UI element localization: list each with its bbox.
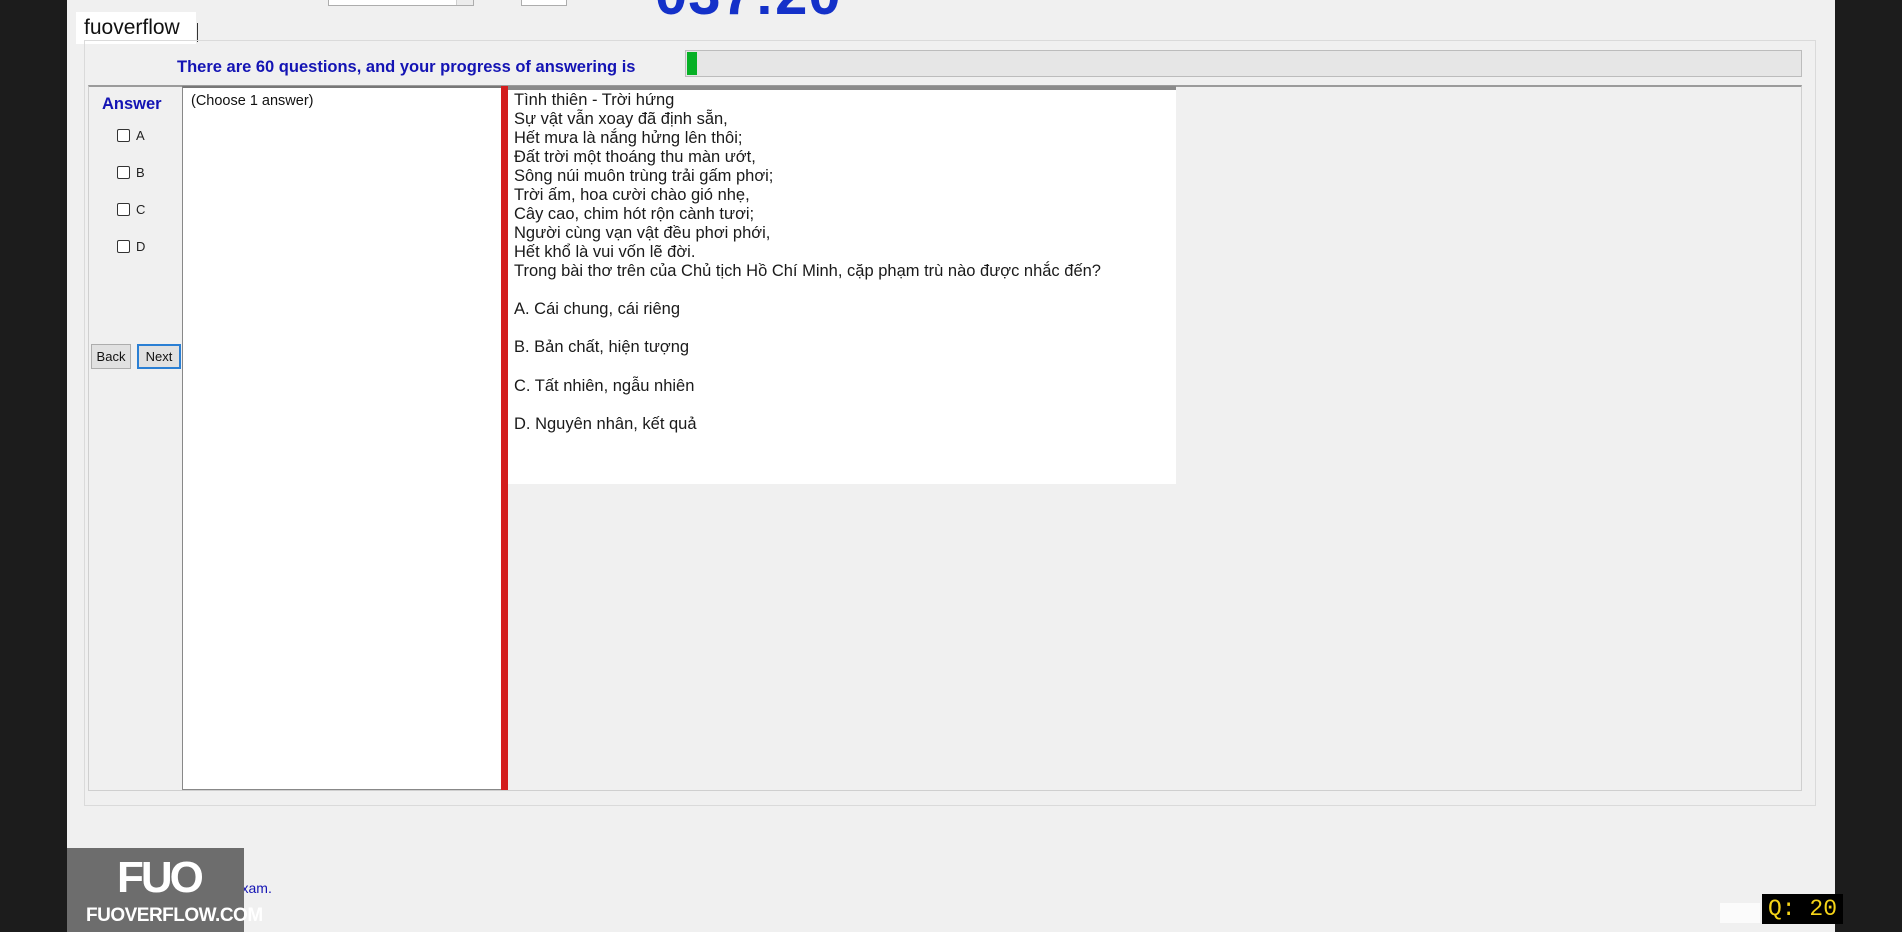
question-line: Hết mưa là nắng hửng lên thôi; bbox=[514, 129, 743, 147]
splitter-bar[interactable] bbox=[501, 86, 508, 790]
choose-hint: (Choose 1 answer) bbox=[191, 93, 314, 109]
logo-text: FUOVERFLOW.COM bbox=[86, 905, 263, 926]
answer-choice-b: B. Bản chất, hiện tượng bbox=[514, 338, 690, 356]
option-label: A bbox=[136, 128, 145, 143]
top-small-field[interactable] bbox=[521, 0, 567, 6]
answer-title: Answer bbox=[102, 95, 162, 113]
option-label: D bbox=[136, 239, 146, 254]
progress-bar bbox=[685, 50, 1802, 77]
question-line: Tình thiên - Trời hứng bbox=[514, 91, 675, 109]
option-c-checkbox[interactable]: C bbox=[117, 202, 145, 217]
question-line: Sự vật vẫn xoay đã định sẵn, bbox=[514, 110, 728, 128]
exam-timer: 037:20 bbox=[655, 0, 842, 24]
question-line: Đất trời một thoáng thu màn ướt, bbox=[514, 148, 756, 166]
question-prompt: Trong bài thơ trên của Chủ tịch Hồ Chí M… bbox=[514, 262, 1101, 280]
option-label: B bbox=[136, 165, 145, 180]
question-line: Cây cao, chim hót rộn cành tươi; bbox=[514, 205, 755, 223]
checkbox-box[interactable] bbox=[117, 129, 130, 142]
option-d-checkbox[interactable]: D bbox=[117, 239, 145, 254]
checkbox-box[interactable] bbox=[117, 240, 130, 253]
option-label: C bbox=[136, 202, 146, 217]
option-a-checkbox[interactable]: A bbox=[117, 128, 145, 143]
next-button[interactable]: Next bbox=[137, 344, 181, 369]
choose-pane bbox=[182, 86, 502, 790]
progress-bar-fill bbox=[687, 52, 697, 75]
top-dropdown[interactable] bbox=[328, 0, 474, 6]
status-strip bbox=[1720, 903, 1760, 923]
option-b-checkbox[interactable]: B bbox=[117, 165, 145, 180]
question-line: Trời ấm, hoa cười chào gió nhẹ, bbox=[514, 186, 750, 204]
question-line: Người cùng vạn vật đều phơi phới, bbox=[514, 224, 771, 242]
back-button[interactable]: Back bbox=[91, 344, 131, 369]
question-line: Hết khổ là vui vốn lẽ đời. bbox=[514, 243, 696, 261]
question-counter: Q: 20 bbox=[1762, 894, 1844, 924]
right-letterbox bbox=[1835, 0, 1902, 932]
question-line: Sông núi muôn trùng trải gấm phơi; bbox=[514, 167, 774, 185]
answer-choice-c: C. Tất nhiên, ngẫu nhiên bbox=[514, 377, 695, 395]
left-letterbox bbox=[0, 0, 67, 932]
progress-label: There are 60 questions, and your progres… bbox=[177, 58, 636, 76]
answer-choice-a: A. Cái chung, cái riêng bbox=[514, 300, 681, 318]
checkbox-box[interactable] bbox=[117, 166, 130, 179]
checkbox-box[interactable] bbox=[117, 203, 130, 216]
answer-choice-d: D. Nguyên nhân, kết quả bbox=[514, 415, 697, 433]
logo-mark: FUO bbox=[117, 853, 204, 902]
